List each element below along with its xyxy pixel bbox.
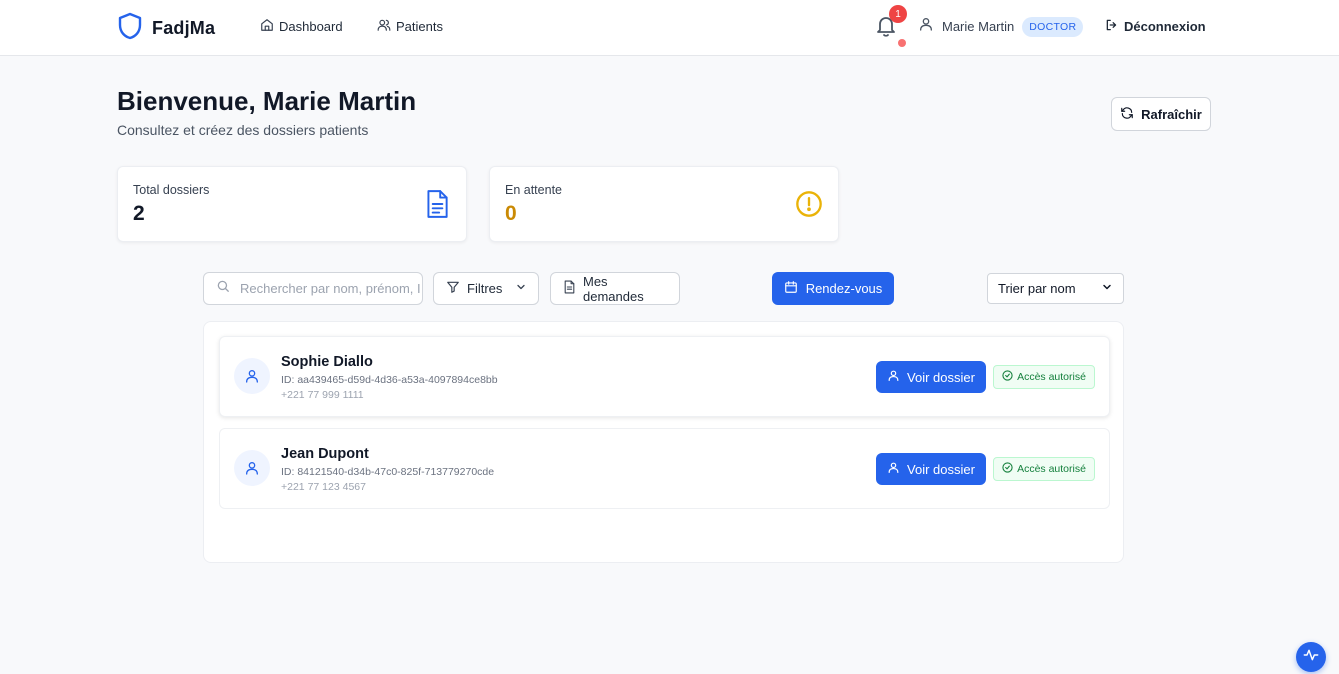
alert-circle-icon <box>795 190 823 223</box>
filter-icon <box>446 280 460 297</box>
view-record-label: Voir dossier <box>907 369 975 385</box>
stat-label: En attente <box>505 183 562 197</box>
chevron-down-icon <box>1101 281 1113 296</box>
view-record-button[interactable]: Voir dossier <box>876 453 986 485</box>
patient-list-panel: Sophie Diallo ID: aa439465-d59d-4d36-a53… <box>203 321 1124 563</box>
stat-label: Total dossiers <box>133 183 210 197</box>
user-icon <box>887 369 900 385</box>
patient-name: Jean Dupont <box>281 446 369 462</box>
calendar-icon <box>784 280 798 297</box>
sort-select[interactable]: Trier par nom <box>987 273 1124 304</box>
access-granted-badge: Accès autorisé <box>993 365 1095 389</box>
filters-button[interactable]: Filtres <box>433 272 539 305</box>
notification-dot <box>898 39 906 47</box>
search-box[interactable] <box>203 272 423 305</box>
user-icon <box>918 16 934 37</box>
shield-logo-icon <box>118 12 142 45</box>
activity-icon <box>1303 647 1319 668</box>
user-menu[interactable]: Marie Martin DOCTOR <box>918 16 1084 37</box>
page-subtitle: Consultez et créez des dossiers patients <box>117 122 369 138</box>
patient-avatar <box>234 450 270 486</box>
patient-name: Sophie Diallo <box>281 354 373 370</box>
search-icon <box>216 279 230 298</box>
refresh-button[interactable]: Rafraîchir <box>1111 97 1211 131</box>
stat-card-pending: En attente 0 <box>489 166 839 242</box>
file-icon <box>563 280 576 297</box>
patient-phone: +221 77 123 4567 <box>281 481 366 493</box>
refresh-label: Rafraîchir <box>1141 106 1202 122</box>
notification-count-badge: 1 <box>889 5 907 23</box>
check-circle-icon <box>1002 370 1013 384</box>
access-label: Accès autorisé <box>1017 463 1086 475</box>
app-name: FadjMa <box>152 18 216 38</box>
patient-card[interactable]: Sophie Diallo ID: aa439465-d59d-4d36-a53… <box>219 336 1110 417</box>
logout-icon <box>1105 18 1119 35</box>
home-icon <box>260 18 274 35</box>
user-icon <box>887 461 900 477</box>
refresh-icon <box>1120 106 1134 123</box>
document-icon <box>424 189 450 224</box>
check-circle-icon <box>1002 462 1013 476</box>
top-navigation-bar: FadjMa Dashboard Patients 1 Marie Martin… <box>0 0 1339 56</box>
stat-value: 0 <box>505 202 517 225</box>
users-icon <box>377 18 391 35</box>
page-title: Bienvenue, Marie Martin <box>117 86 417 116</box>
logout-label: Déconnexion <box>1124 19 1206 34</box>
nav-dashboard[interactable]: Dashboard <box>260 18 343 35</box>
activity-floating-button[interactable] <box>1296 642 1326 672</box>
chevron-down-icon <box>515 281 527 296</box>
access-granted-badge: Accès autorisé <box>993 457 1095 481</box>
patient-id: ID: aa439465-d59d-4d36-a53a-4097894ce8bb <box>281 374 498 386</box>
access-label: Accès autorisé <box>1017 371 1086 383</box>
nav-dashboard-label: Dashboard <box>279 19 343 34</box>
logout-button[interactable]: Déconnexion <box>1105 18 1206 35</box>
filters-label: Filtres <box>467 281 503 296</box>
view-record-label: Voir dossier <box>907 461 975 477</box>
appointments-button[interactable]: Rendez-vous <box>772 272 894 305</box>
role-badge: DOCTOR <box>1022 16 1084 37</box>
my-requests-label: Mes demandes <box>583 273 644 304</box>
view-record-button[interactable]: Voir dossier <box>876 361 986 393</box>
user-name: Marie Martin <box>942 19 1015 34</box>
brand[interactable]: FadjMa <box>118 12 215 45</box>
my-requests-button[interactable]: Mes demandes <box>550 272 680 305</box>
nav-patients[interactable]: Patients <box>377 18 443 35</box>
appointments-label: Rendez-vous <box>805 281 883 296</box>
sort-selected-value: Trier par nom <box>998 281 1076 296</box>
patient-phone: +221 77 999 1111 <box>281 389 364 401</box>
patient-avatar <box>234 358 270 394</box>
stat-card-total-records: Total dossiers 2 <box>117 166 467 242</box>
search-input[interactable] <box>240 281 420 296</box>
patient-card[interactable]: Jean Dupont ID: 84121540-d34b-47c0-825f-… <box>219 428 1110 509</box>
nav-patients-label: Patients <box>396 19 443 34</box>
stat-value: 2 <box>133 202 145 225</box>
patient-id: ID: 84121540-d34b-47c0-825f-713779270cde <box>281 466 495 478</box>
